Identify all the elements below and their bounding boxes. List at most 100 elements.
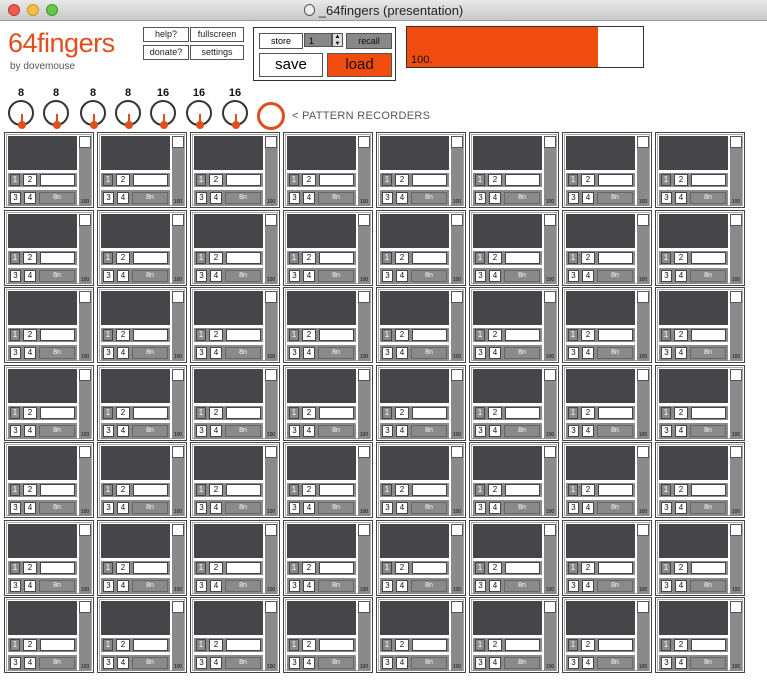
cell-name-field[interactable] [40,329,75,341]
volume-fader[interactable]: 100 [172,136,184,206]
cell-name-field[interactable] [226,252,261,264]
mode-4-button[interactable]: 4 [396,425,408,437]
mode-1-button[interactable]: 1 [382,329,392,341]
cell-name-field[interactable] [226,407,261,419]
mode-4-button[interactable]: 4 [210,270,222,282]
trigger-pad[interactable] [287,524,356,558]
cell-name-field[interactable] [319,484,354,496]
mode-1-button[interactable]: 1 [382,484,392,496]
volume-fader[interactable]: 100 [451,291,463,361]
mode-2-button[interactable]: 2 [488,329,502,341]
fader-knob[interactable] [451,136,463,148]
rate-selector[interactable]: 8n [39,580,75,592]
mode-4-button[interactable]: 4 [117,192,129,204]
volume-fader[interactable]: 100 [451,524,463,594]
pattern-length-knob[interactable] [115,100,141,129]
mode-4-button[interactable]: 4 [24,347,36,359]
mode-1-button[interactable]: 1 [382,639,392,651]
fader-knob[interactable] [265,601,277,613]
recall-button[interactable]: recall [346,33,392,49]
cell-name-field[interactable] [40,639,75,651]
rate-selector[interactable]: 8n [597,270,633,282]
trigger-pad[interactable] [473,214,542,248]
pattern-length-knob[interactable] [8,100,34,129]
cell-name-field[interactable] [412,639,447,651]
mode-4-button[interactable]: 4 [303,192,315,204]
volume-fader[interactable]: 100 [544,214,556,284]
volume-fader[interactable]: 100 [265,446,277,516]
fader-knob[interactable] [730,446,742,458]
fader-knob[interactable] [79,136,91,148]
mode-2-button[interactable]: 2 [302,562,316,574]
fader-knob[interactable] [730,214,742,226]
mode-4-button[interactable]: 4 [582,347,594,359]
rate-selector[interactable]: 8n [597,657,633,669]
mode-2-button[interactable]: 2 [23,407,37,419]
rate-selector[interactable]: 8n [690,580,726,592]
rate-selector[interactable]: 8n [318,192,354,204]
fader-knob[interactable] [358,524,370,536]
cell-name-field[interactable] [319,252,354,264]
mode-2-button[interactable]: 2 [395,252,409,264]
trigger-pad[interactable] [659,369,728,403]
trigger-pad[interactable] [287,446,356,480]
fader-knob[interactable] [544,291,556,303]
mode-3-button[interactable]: 3 [10,580,21,592]
mode-4-button[interactable]: 4 [303,657,315,669]
mode-3-button[interactable]: 3 [289,502,300,514]
mode-2-button[interactable]: 2 [581,562,595,574]
mode-4-button[interactable]: 4 [24,192,36,204]
cell-name-field[interactable] [319,639,354,651]
rate-selector[interactable]: 8n [597,192,633,204]
mode-3-button[interactable]: 3 [475,502,486,514]
trigger-pad[interactable] [194,601,263,635]
mode-4-button[interactable]: 4 [303,502,315,514]
mode-1-button[interactable]: 1 [475,174,485,186]
mode-1-button[interactable]: 1 [103,484,113,496]
mode-2-button[interactable]: 2 [302,639,316,651]
mode-2-button[interactable]: 2 [488,252,502,264]
mode-4-button[interactable]: 4 [675,270,687,282]
mode-2-button[interactable]: 2 [488,174,502,186]
fader-knob[interactable] [730,369,742,381]
cell-name-field[interactable] [133,562,168,574]
volume-fader[interactable]: 100 [637,291,649,361]
fader-knob[interactable] [265,369,277,381]
trigger-pad[interactable] [659,291,728,325]
fader-knob[interactable] [172,136,184,148]
trigger-pad[interactable] [380,524,449,558]
fader-knob[interactable] [637,214,649,226]
mode-1-button[interactable]: 1 [103,174,113,186]
fader-knob[interactable] [730,136,742,148]
trigger-pad[interactable] [566,601,635,635]
save-button[interactable]: save [259,53,323,77]
mode-4-button[interactable]: 4 [24,580,36,592]
mode-1-button[interactable]: 1 [661,252,671,264]
mode-2-button[interactable]: 2 [116,407,130,419]
rate-selector[interactable]: 8n [690,270,726,282]
mode-1-button[interactable]: 1 [661,174,671,186]
trigger-pad[interactable] [566,524,635,558]
trigger-pad[interactable] [473,136,542,170]
mode-4-button[interactable]: 4 [675,347,687,359]
cell-name-field[interactable] [319,329,354,341]
rate-selector[interactable]: 8n [225,425,261,437]
cell-name-field[interactable] [412,407,447,419]
mode-3-button[interactable]: 3 [196,425,207,437]
mode-1-button[interactable]: 1 [568,407,578,419]
settings-button[interactable]: settings [190,45,244,60]
mode-1-button[interactable]: 1 [289,484,299,496]
volume-fader[interactable]: 100 [637,214,649,284]
mode-2-button[interactable]: 2 [116,329,130,341]
mode-2-button[interactable]: 2 [302,252,316,264]
mode-3-button[interactable]: 3 [103,580,114,592]
mode-2-button[interactable]: 2 [488,562,502,574]
volume-fader[interactable]: 100 [637,524,649,594]
mode-4-button[interactable]: 4 [675,580,687,592]
trigger-pad[interactable] [194,214,263,248]
fader-knob[interactable] [265,136,277,148]
mode-3-button[interactable]: 3 [289,270,300,282]
volume-fader[interactable]: 100 [730,214,742,284]
mode-4-button[interactable]: 4 [396,270,408,282]
mode-4-button[interactable]: 4 [396,657,408,669]
